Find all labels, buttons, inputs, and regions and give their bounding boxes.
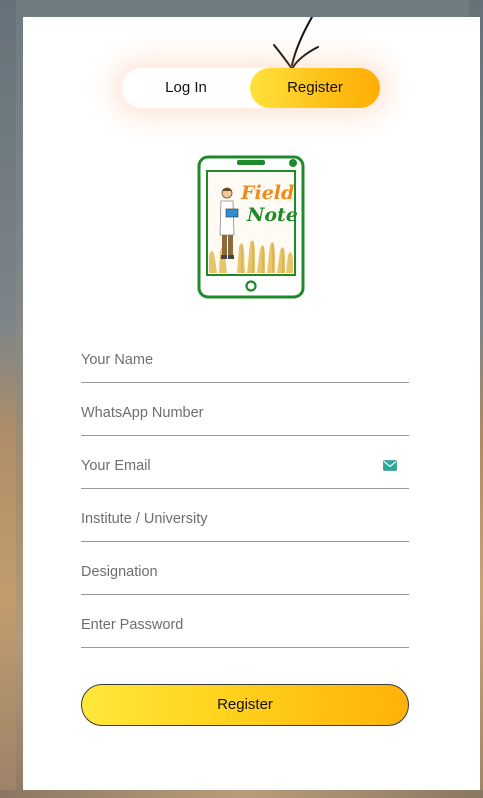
background-top: [0, 0, 483, 9]
password-input[interactable]: [81, 607, 371, 643]
institute-field: [81, 501, 409, 542]
logo-text-line1: Field: [240, 182, 294, 204]
logo-text-line2: Note: [246, 204, 298, 226]
email-field: [81, 448, 409, 489]
whatsapp-field: [81, 395, 409, 436]
name-field: [81, 342, 409, 383]
password-field: [81, 607, 409, 648]
register-button[interactable]: Register: [81, 684, 409, 726]
auth-toggle: Log In Register: [122, 68, 380, 108]
tab-register[interactable]: Register: [250, 68, 380, 108]
designation-field: [81, 554, 409, 595]
field-note-logo: Field Note: [197, 155, 305, 299]
register-card: Log In Register Field Note Your Name Wha…: [23, 17, 480, 790]
email-input[interactable]: [81, 448, 371, 484]
name-input[interactable]: [81, 342, 371, 378]
background-left: [0, 0, 16, 798]
tab-login[interactable]: Log In: [122, 68, 250, 108]
whatsapp-input[interactable]: [81, 395, 371, 431]
envelope-icon: [383, 460, 397, 471]
institute-input[interactable]: [81, 501, 371, 537]
designation-input[interactable]: [81, 554, 371, 590]
background-bottom: [0, 790, 483, 798]
